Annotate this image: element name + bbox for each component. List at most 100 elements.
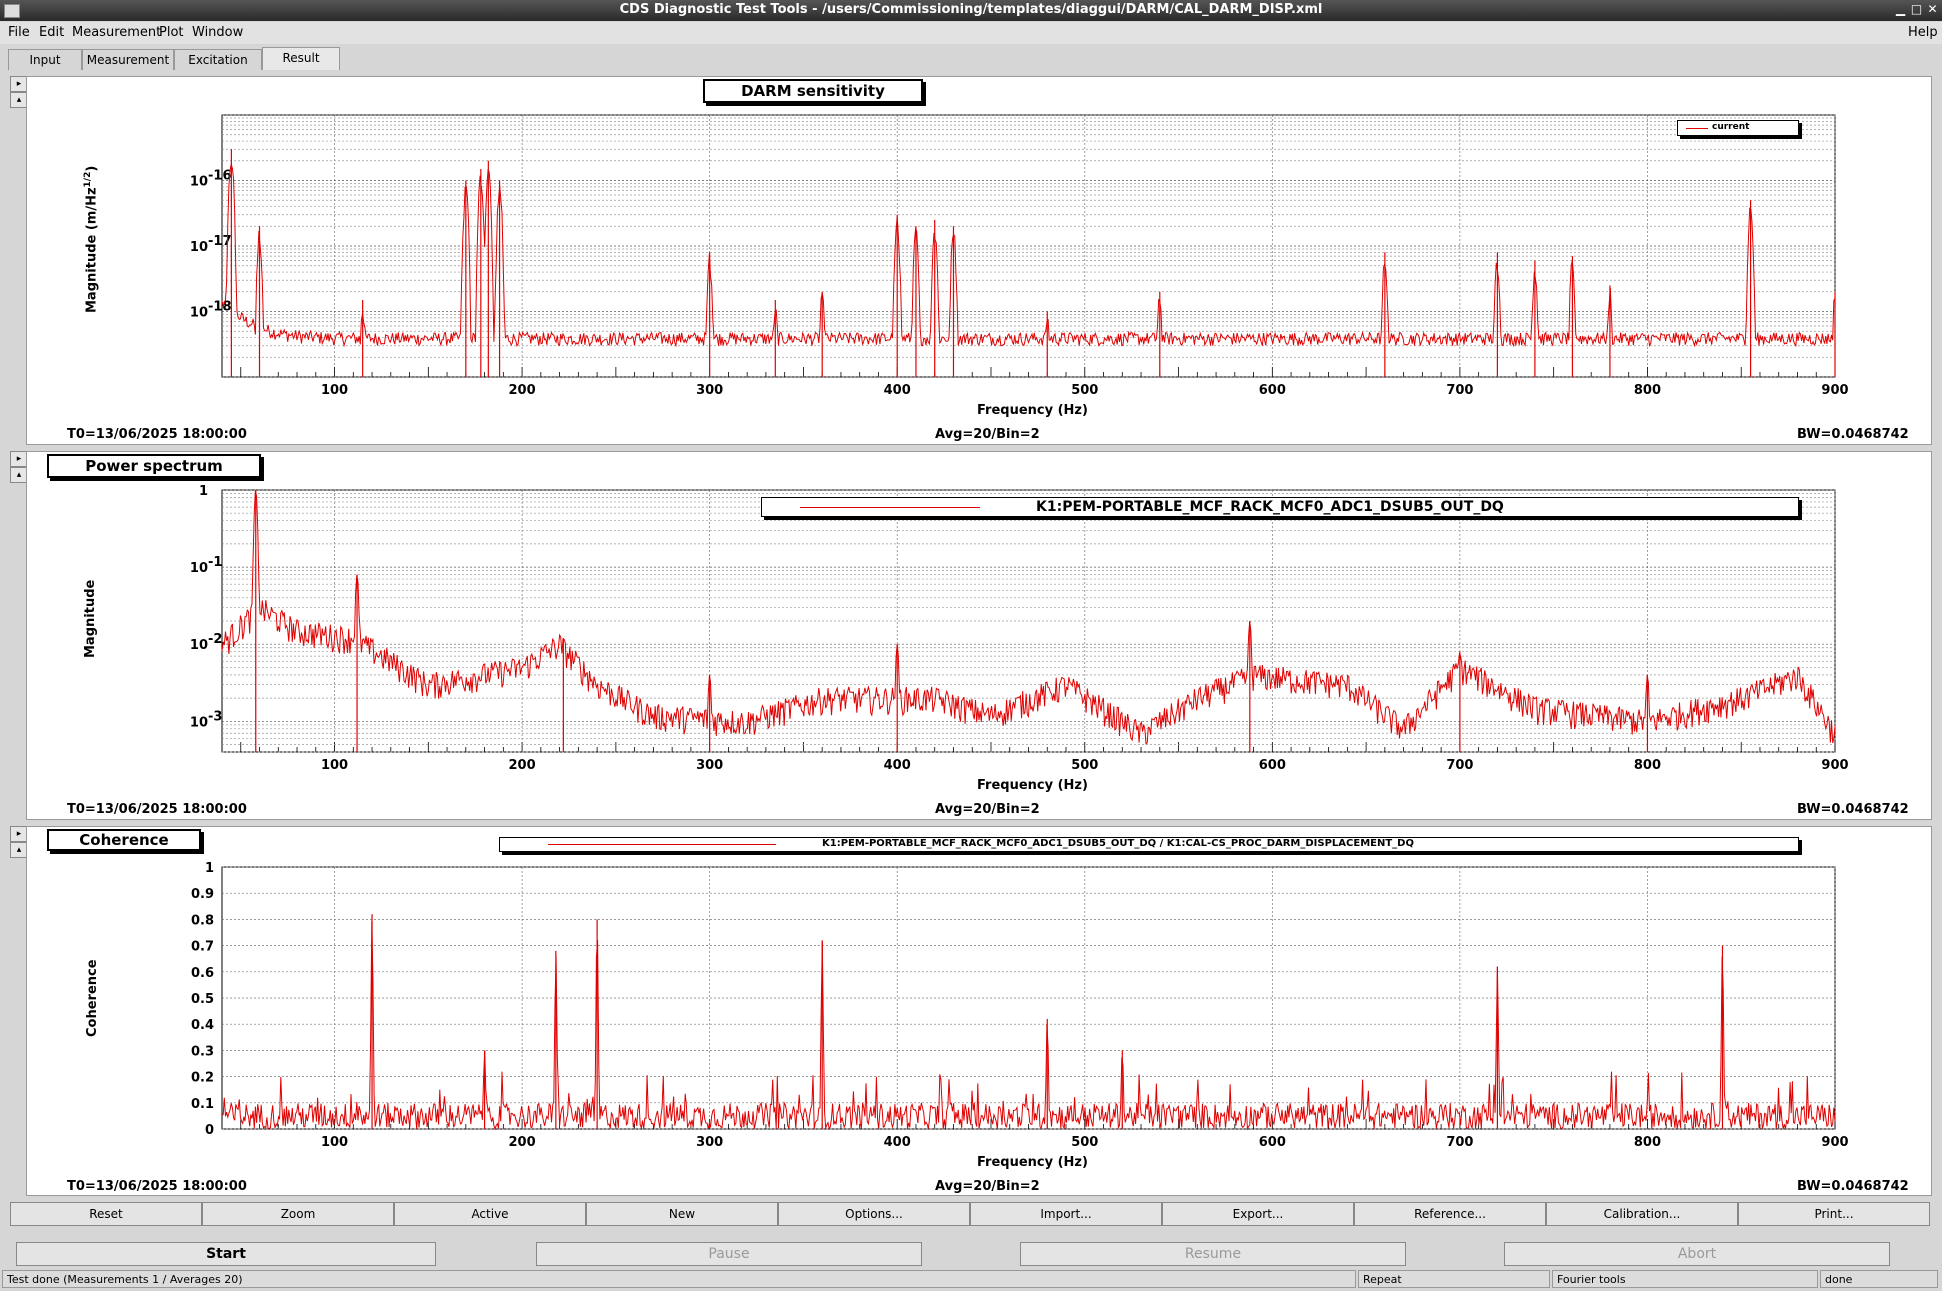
y-tick-label: 0.2	[191, 1071, 214, 1086]
tab-excitation[interactable]: Excitation	[174, 49, 262, 70]
x-tick-label: 400	[884, 383, 911, 398]
x-tick-label: 100	[321, 383, 348, 398]
y-tick-label: 10	[190, 240, 208, 255]
export-button[interactable]: Export...	[1162, 1202, 1354, 1226]
y-tick-label: 0.6	[191, 966, 214, 981]
legend-label: current	[1712, 122, 1750, 132]
zoom-button[interactable]: Zoom	[202, 1202, 394, 1226]
menu-file[interactable]: File	[8, 25, 30, 40]
y-tick-label: 0.7	[191, 940, 214, 955]
x-axis-label: Frequency (Hz)	[977, 1155, 1088, 1170]
x-tick-label: 900	[1821, 383, 1848, 398]
legend-label: K1:PEM-PORTABLE_MCF_RACK_MCF0_ADC1_DSUB5…	[1036, 499, 1504, 515]
x-tick-label: 600	[1259, 383, 1286, 398]
y-tick-label: 0.4	[191, 1018, 214, 1033]
y-tick-label: 10	[190, 561, 208, 576]
y-tick-label: 10	[190, 638, 208, 653]
x-tick-label: 300	[696, 758, 723, 773]
y-tick-label: 0.5	[191, 992, 214, 1007]
x-tick-label: 200	[509, 758, 536, 773]
y-tick-exponent: -2	[208, 632, 222, 647]
bw-label: BW=0.0468742	[1797, 802, 1909, 817]
menu-measurement[interactable]: Measurement	[72, 25, 161, 40]
tab-result[interactable]: Result	[262, 47, 340, 70]
print-button[interactable]: Print...	[1738, 1202, 1930, 1226]
x-tick-label: 100	[321, 758, 348, 773]
plot-button-row: Reset Zoom Active New Options... Import.…	[10, 1202, 1934, 1226]
avg-label: Avg=20/Bin=2	[935, 1179, 1040, 1194]
y-tick-label: 10	[190, 175, 208, 190]
legend[interactable]: K1:PEM-PORTABLE_MCF_RACK_MCF0_ADC1_DSUB5…	[499, 837, 1799, 852]
status-state: done	[1820, 1270, 1938, 1288]
menu-plot[interactable]: Plot	[159, 25, 184, 40]
x-tick-label: 300	[696, 383, 723, 398]
import-button[interactable]: Import...	[970, 1202, 1162, 1226]
x-tick-label: 700	[1446, 383, 1473, 398]
resume-button[interactable]: Resume	[1020, 1242, 1406, 1266]
y-tick-exponent: -3	[208, 709, 222, 724]
graph-panel-darm: DARM sensitivity Magnitude (m/Hz1/2) 100…	[26, 76, 1932, 445]
status-repeat: Repeat	[1358, 1270, 1550, 1288]
reference-button[interactable]: Reference...	[1354, 1202, 1546, 1226]
t0-label: T0=13/06/2025 18:00:00	[67, 427, 247, 442]
active-button[interactable]: Active	[394, 1202, 586, 1226]
graph-panel-coherence: Coherence Coherence 100 200 300 400 500 600 70…	[26, 826, 1932, 1196]
close-icon[interactable]: ✕	[1926, 3, 1939, 16]
legend[interactable]: K1:PEM-PORTABLE_MCF_RACK_MCF0_ADC1_DSUB5…	[761, 497, 1799, 517]
pause-button[interactable]: Pause	[536, 1242, 922, 1266]
legend-swatch	[1686, 128, 1708, 129]
y-tick-label: 0.9	[191, 887, 214, 902]
tab-measurement[interactable]: Measurement	[82, 49, 174, 70]
menu-bar: File Edit Measurement Plot Window Help	[0, 22, 1942, 44]
x-tick-label: 600	[1259, 758, 1286, 773]
x-tick-label: 900	[1821, 1135, 1848, 1150]
avg-label: Avg=20/Bin=2	[935, 802, 1040, 817]
x-tick-label: 600	[1259, 1135, 1286, 1150]
darm-sensitivity-plot[interactable]: 100 200 300 400 500 600 700 800 90010 -1610 -1710-…	[27, 77, 1931, 407]
legend-swatch	[800, 507, 980, 508]
x-tick-label: 100	[321, 1135, 348, 1150]
reset-button[interactable]: Reset	[10, 1202, 202, 1226]
x-tick-label: 500	[1071, 1135, 1098, 1150]
menu-help[interactable]: Help	[1908, 25, 1938, 40]
menu-window[interactable]: Window	[192, 25, 243, 40]
y-tick-exponent: -1	[208, 555, 222, 570]
t0-label: T0=13/06/2025 18:00:00	[67, 802, 247, 817]
window-title: CDS Diagnostic Test Tools - /users/Commi…	[619, 2, 1323, 17]
maximize-icon[interactable]: □	[1910, 3, 1923, 16]
y-tick-label: 0.8	[191, 913, 214, 928]
new-button[interactable]: New	[586, 1202, 778, 1226]
status-message: Test done (Measurements 1 / Averages 20)	[2, 1270, 1356, 1288]
y-tick-label: 10	[190, 715, 208, 730]
coherence-plot[interactable]: 100 200 300 400 500 600 700 800 900 1 0.9 0.8 0.7 0.6…	[27, 827, 1931, 1157]
x-tick-label: 300	[696, 1135, 723, 1150]
menu-edit[interactable]: Edit	[39, 25, 64, 40]
x-tick-label: 400	[884, 758, 911, 773]
bw-label: BW=0.0468742	[1797, 427, 1909, 442]
abort-button[interactable]: Abort	[1504, 1242, 1890, 1266]
bw-label: BW=0.0468742	[1797, 1179, 1909, 1194]
avg-label: Avg=20/Bin=2	[935, 427, 1040, 442]
calibration-button[interactable]: Calibration...	[1546, 1202, 1738, 1226]
y-tick-label: 0.1	[191, 1097, 214, 1112]
y-tick-label: 1	[205, 861, 214, 876]
legend-swatch	[548, 844, 776, 845]
x-tick-label: 700	[1446, 1135, 1473, 1150]
minimize-icon[interactable]: ▁	[1894, 3, 1907, 16]
legend[interactable]: current	[1677, 120, 1799, 136]
start-button[interactable]: Start	[16, 1242, 436, 1266]
y-tick-label: 1	[199, 484, 208, 499]
x-tick-label: 800	[1634, 1135, 1661, 1150]
x-tick-label: 700	[1446, 758, 1473, 773]
x-tick-label: 800	[1634, 383, 1661, 398]
tab-input[interactable]: Input	[8, 49, 82, 70]
x-tick-label: 500	[1071, 758, 1098, 773]
t0-label: T0=13/06/2025 18:00:00	[67, 1179, 247, 1194]
legend-label: K1:PEM-PORTABLE_MCF_RACK_MCF0_ADC1_DSUB5…	[822, 838, 1414, 849]
x-tick-label: 500	[1071, 383, 1098, 398]
options-button[interactable]: Options...	[778, 1202, 970, 1226]
y-tick-label: 0.3	[191, 1044, 214, 1059]
graph-panel-power: Power spectrum Magnitude 100 200 300 400 500…	[26, 451, 1932, 820]
title-bar: CDS Diagnostic Test Tools - /users/Commi…	[0, 0, 1942, 21]
status-tools: Fourier tools	[1552, 1270, 1818, 1288]
